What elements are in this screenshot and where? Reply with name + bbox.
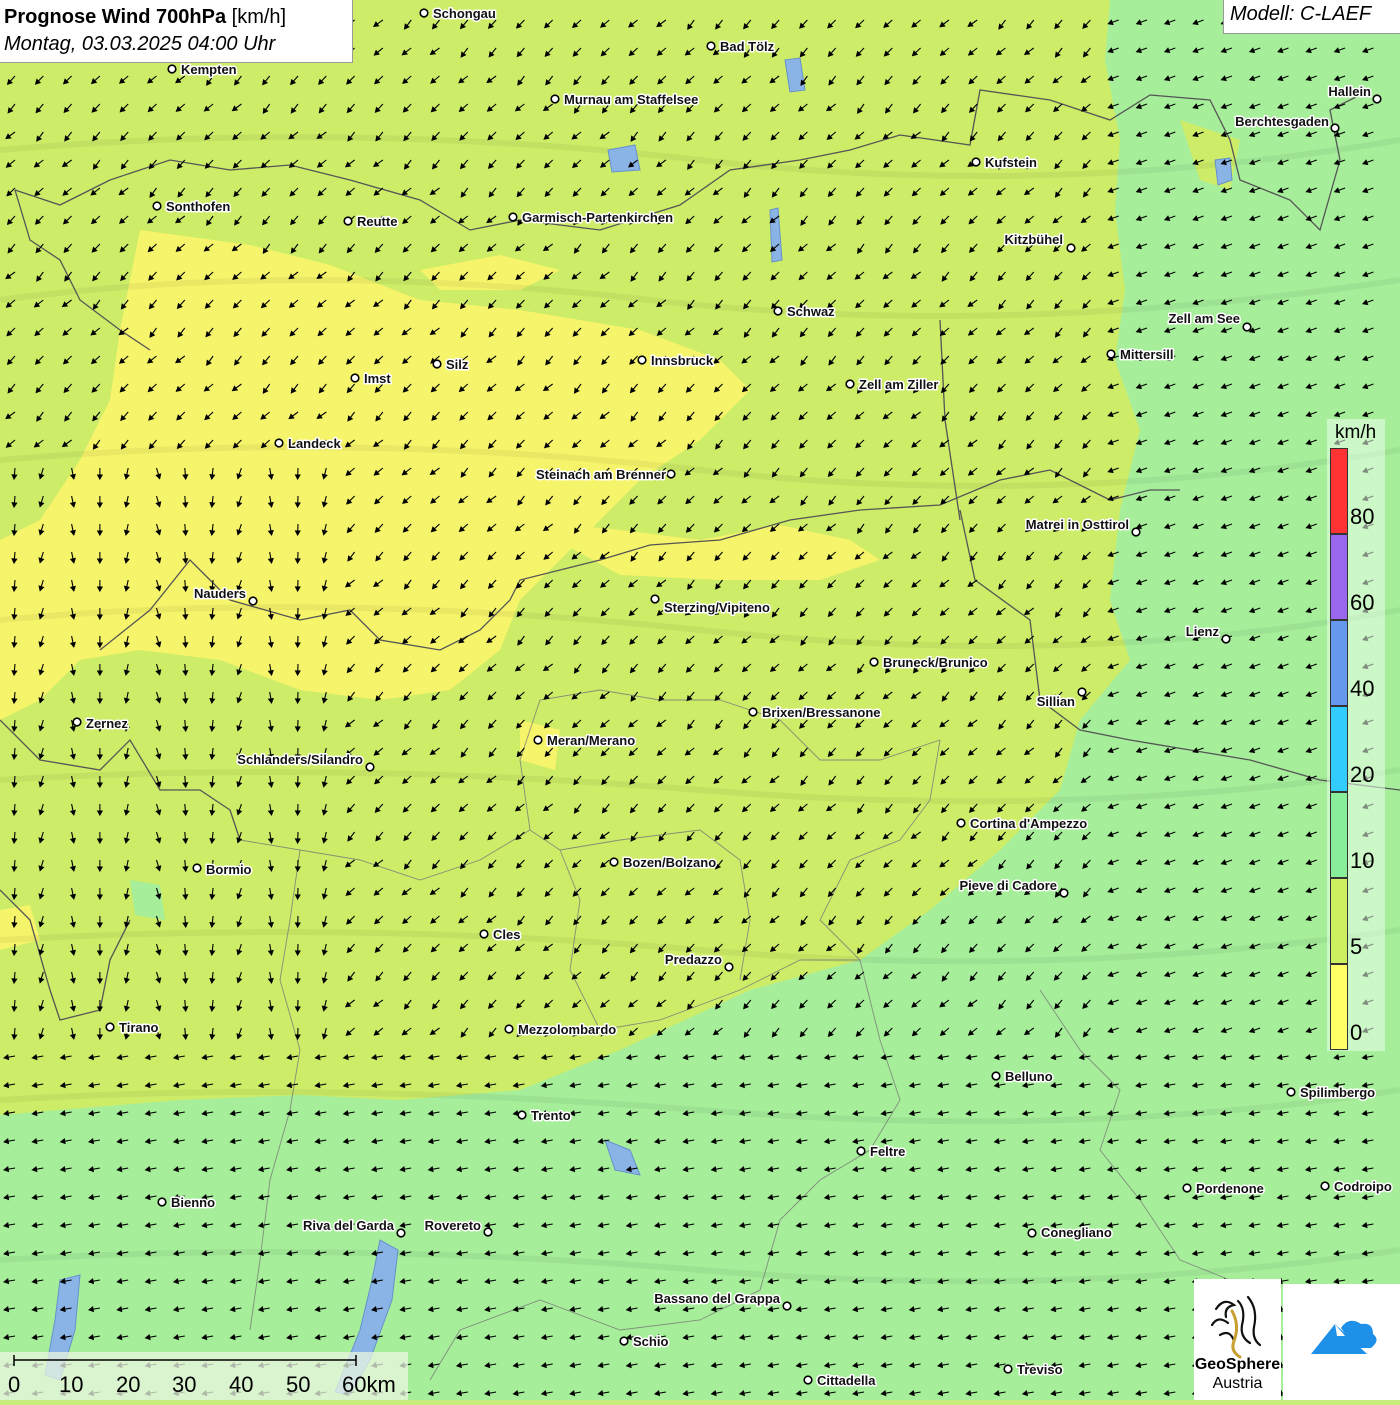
city-marker-icon bbox=[1132, 528, 1140, 536]
city-label: Tirano bbox=[119, 1020, 159, 1035]
city-label: Cles bbox=[493, 927, 520, 942]
city-label: Sillian bbox=[1037, 694, 1075, 709]
city-marker-icon bbox=[749, 708, 757, 716]
city-label: Schongau bbox=[433, 6, 496, 21]
city-label: Schlanders/Silandro bbox=[237, 752, 363, 767]
city-label: Murnau am Staffelsee bbox=[564, 92, 698, 107]
wind-map[interactable]: Schongau Bad Tölz Kempten Murnau am Staffel… bbox=[0, 0, 1400, 1400]
city-marker-icon bbox=[551, 95, 559, 103]
city-label: Zell am Ziller bbox=[859, 377, 938, 392]
city-marker-icon bbox=[193, 864, 201, 872]
city-marker-icon bbox=[168, 65, 176, 73]
city-label: Pordenone bbox=[1196, 1181, 1264, 1196]
city-label: Codroipo bbox=[1334, 1179, 1392, 1194]
city-label: Zernez bbox=[86, 716, 128, 731]
city-label: Schwaz bbox=[787, 304, 835, 319]
city-marker-icon bbox=[707, 42, 715, 50]
city-label: Pieve di Cadore bbox=[959, 878, 1057, 893]
city-label: Predazzo bbox=[665, 952, 722, 967]
city-marker-icon bbox=[433, 360, 441, 368]
city-label: Lienz bbox=[1186, 624, 1220, 639]
city-marker-icon bbox=[1060, 889, 1068, 897]
city-label: Meran/Merano bbox=[547, 733, 635, 748]
city-marker-icon bbox=[1183, 1184, 1191, 1192]
city-label: Kufstein bbox=[985, 155, 1037, 170]
city-marker-icon bbox=[725, 963, 733, 971]
city-label: Bozen/Bolzano bbox=[623, 855, 716, 870]
city-label: Zell am See bbox=[1168, 311, 1240, 326]
city-marker-icon bbox=[344, 217, 352, 225]
city-label: Belluno bbox=[1005, 1069, 1053, 1084]
city-label: Landeck bbox=[288, 436, 342, 451]
city-marker-icon bbox=[106, 1023, 114, 1031]
city-marker-icon bbox=[1321, 1182, 1329, 1190]
city-label: Riva del Garda bbox=[303, 1218, 395, 1233]
city-label: Bruneck/Brunico bbox=[883, 655, 988, 670]
city-marker-icon bbox=[957, 819, 965, 827]
city-label: Kempten bbox=[181, 62, 237, 77]
city-label: Brixen/Bressanone bbox=[762, 705, 881, 720]
city-label: Innsbruck bbox=[651, 353, 714, 368]
city-label: Kitzbühel bbox=[1005, 232, 1064, 247]
city-label: Cortina d'Ampezzo bbox=[970, 816, 1087, 831]
city-label: Imst bbox=[364, 371, 391, 386]
city-marker-icon bbox=[1373, 95, 1381, 103]
city-marker-icon bbox=[667, 470, 675, 478]
city-marker-icon bbox=[1222, 635, 1230, 643]
city-marker-icon bbox=[857, 1147, 865, 1155]
city-marker-icon bbox=[275, 439, 283, 447]
city-label: Silz bbox=[446, 357, 469, 372]
city-label: Sonthofen bbox=[166, 199, 230, 214]
city-label: Reutte bbox=[357, 214, 397, 229]
city-marker-icon bbox=[638, 356, 646, 364]
city-marker-icon bbox=[651, 595, 659, 603]
city-marker-icon bbox=[870, 658, 878, 666]
city-marker-icon bbox=[397, 1229, 405, 1237]
city-label: Garmisch-Partenkirchen bbox=[522, 210, 673, 225]
city-label: Sterzing/Vipiteno bbox=[664, 600, 770, 615]
city-marker-icon bbox=[73, 718, 81, 726]
city-label: Berchtesgaden bbox=[1235, 114, 1329, 129]
city-marker-icon bbox=[1287, 1088, 1295, 1096]
city-marker-icon bbox=[480, 930, 488, 938]
city-marker-icon bbox=[846, 380, 854, 388]
city-marker-icon bbox=[1067, 244, 1075, 252]
city-label: Spilimbergo bbox=[1300, 1085, 1375, 1100]
city-marker-icon bbox=[509, 213, 517, 221]
city-marker-icon bbox=[420, 9, 428, 17]
city-label: Matrei in Osttirol bbox=[1026, 517, 1129, 532]
city-label: Nauders bbox=[194, 586, 246, 601]
city-marker-icon bbox=[351, 374, 359, 382]
city-marker-icon bbox=[1243, 323, 1251, 331]
city-label: Hallein bbox=[1328, 84, 1371, 99]
city-label: Bormio bbox=[206, 862, 252, 877]
city-marker-icon bbox=[1331, 124, 1339, 132]
city-label: Mezzolombardo bbox=[518, 1022, 616, 1037]
city-label: Mittersill bbox=[1120, 347, 1173, 362]
city-marker-icon bbox=[505, 1025, 513, 1033]
city-marker-icon bbox=[534, 736, 542, 744]
city-marker-icon bbox=[1078, 688, 1086, 696]
city-marker-icon bbox=[992, 1072, 1000, 1080]
city-label: Trento bbox=[531, 1108, 571, 1123]
city-marker-icon bbox=[610, 858, 618, 866]
city-marker-icon bbox=[366, 763, 374, 771]
city-marker-icon bbox=[1107, 350, 1115, 358]
city-label: Steinach am Brenner bbox=[536, 467, 666, 482]
city-marker-icon bbox=[972, 158, 980, 166]
city-marker-icon bbox=[518, 1111, 526, 1119]
city-label: Feltre bbox=[870, 1144, 905, 1159]
city-marker-icon bbox=[249, 597, 257, 605]
city-marker-icon bbox=[158, 1198, 166, 1206]
city-label: Bienno bbox=[171, 1195, 215, 1210]
city-marker-icon bbox=[774, 307, 782, 315]
city-marker-icon bbox=[153, 202, 161, 210]
city-label: Bad Tölz bbox=[720, 39, 775, 54]
